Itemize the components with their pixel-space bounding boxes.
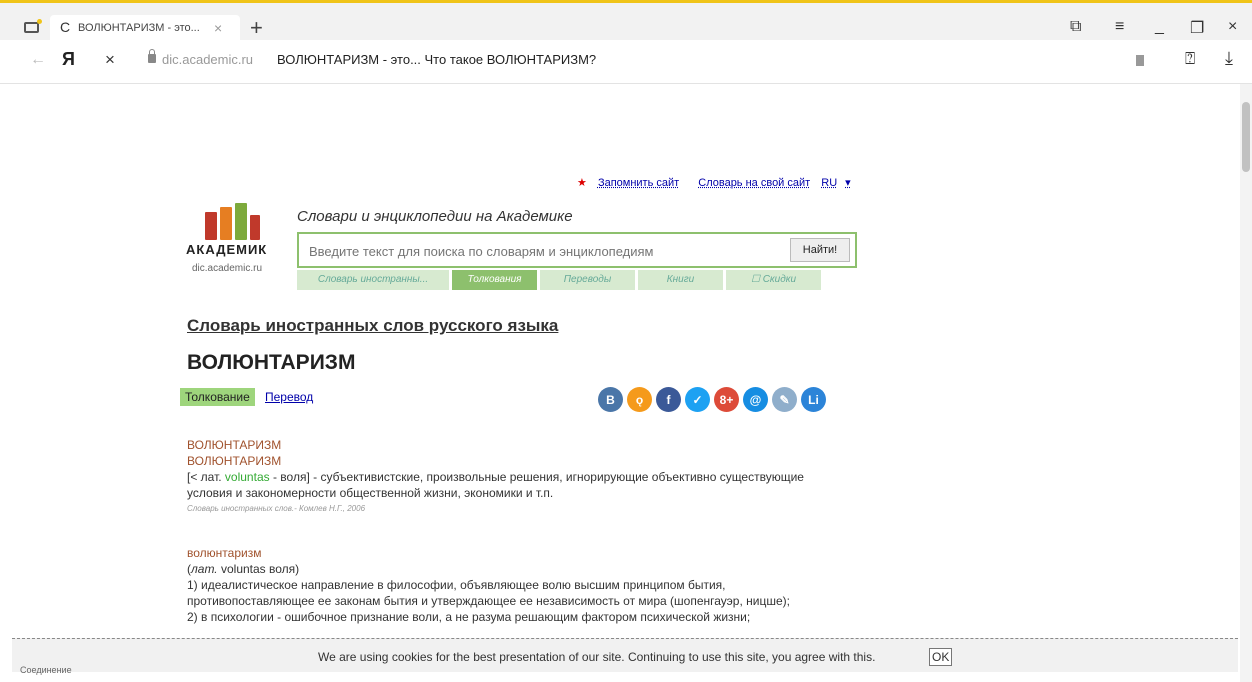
mailru-icon[interactable]: @ [743,387,768,412]
yandex-logo[interactable]: Я [62,49,75,70]
search-input[interactable] [303,238,781,264]
source-note[interactable]: Словарь иностранных слов.- Комлев Н.Г., … [187,501,804,517]
url-domain[interactable]: dic.academic.ru [162,52,253,67]
tab-favicon: С [60,19,71,35]
scrollbar-thumb[interactable] [1242,102,1250,172]
star-icon: ★ [577,177,587,189]
twitter-icon[interactable]: ✓ [685,387,710,412]
vk-icon[interactable]: B [598,387,623,412]
definition-line: 2) в психологии - ошибочное признание во… [187,610,751,624]
browser-tab[interactable]: С ВОЛЮНТАРИЗМ - это... × [50,15,240,43]
definition-line: противопоставляющее ее законам бытия и у… [187,594,790,608]
liveinternet-icon[interactable]: Li [801,387,826,412]
word-title: ВОЛЮНТАРИЗМ [187,351,356,374]
logo-text[interactable]: АКАДЕМИК [186,242,267,257]
language-select[interactable]: RU ▾ [821,177,850,189]
definition: [< лат. voluntas - воля] - субъективистс… [187,470,804,484]
search-box: Найти! [297,232,857,268]
facebook-icon[interactable]: f [656,387,681,412]
remember-site-link[interactable]: Запомнить сайт [598,177,679,189]
logo-domain: dic.academic.ru [192,263,263,274]
browser-titlebar: С ВОЛЮНТАРИЗМ - это... × + ⧉ ≡ _ ❐ × [0,0,1252,43]
menu-icon[interactable]: ≡ [1115,18,1124,36]
headword: волюнтаризм [187,546,262,560]
livejournal-icon[interactable]: ✎ [772,387,797,412]
page-scrollbar[interactable] [1240,84,1252,682]
headword: ВОЛЮНТАРИЗМ [187,454,282,468]
search-button[interactable]: Найти! [790,238,850,262]
googleplus-icon[interactable]: 8+ [714,387,739,412]
url-page-title[interactable]: ВОЛЮНТАРИЗМ - это... Что такое ВОЛЮНТАРИ… [277,52,596,67]
cookie-text: We are using cookies for the best presen… [318,650,876,664]
back-arrow-icon[interactable]: ← [30,51,46,69]
stop-loading-icon[interactable]: × [105,50,115,70]
new-tab-button[interactable]: + [250,15,263,41]
tabs-panel-icon[interactable] [24,19,42,33]
tab-discounts[interactable]: ☐ Скидки [726,270,821,290]
tab-dictionary[interactable]: Словарь иностранны... [297,270,449,290]
tabs-sync-icon[interactable]: ⧉ [1070,18,1081,36]
cookie-ok-button[interactable]: OK [929,648,953,666]
tab-close-icon[interactable]: × [214,20,222,36]
cookie-banner: We are using cookies for the best presen… [12,638,1238,672]
odnoklassniki-icon[interactable]: ǫ [627,387,652,412]
tab-translation[interactable]: Перевод [265,390,313,404]
etymology: (лат. voluntas воля) [187,562,300,576]
article-1: ВОЛЮНТАРИЗМ ВОЛЮНТАРИЗМ [< лат. voluntas… [187,437,804,517]
tab-interpretation[interactable]: Толкование [180,388,255,406]
minimize-icon[interactable]: _ [1155,18,1164,36]
lock-icon[interactable] [148,49,156,63]
site-tagline: Словари и энциклопедии на Академике [297,208,573,225]
dictionary-title-link[interactable]: Словарь иностранных слов русского языка [187,316,558,336]
definition-cont: условия и закономерности общественной жи… [187,486,554,500]
search-tabs: Словарь иностранны... Толкования Перевод… [297,270,824,290]
academic-logo-icon[interactable] [205,203,265,240]
status-text: Соединение [20,665,72,675]
tab-interpretations[interactable]: Толкования [452,270,537,290]
dictionary-on-site-link[interactable]: Словарь на свой сайт [698,177,810,189]
download-icon[interactable]: ⤓ [1225,48,1233,69]
close-window-icon[interactable]: × [1228,18,1237,36]
bookmark-icon[interactable] [1136,55,1144,66]
social-share-buttons: Bǫ f ✓ 8+ @ ✎ Li [598,387,826,412]
restore-icon[interactable]: ❐ [1190,18,1204,38]
address-bar: ← Я × dic.academic.ru ВОЛЮНТАРИЗМ - это.… [0,40,1252,84]
top-links: ★ Запомнить сайт Словарь на свой сайт RU… [577,176,859,189]
article-2: волюнтаризм (лат. voluntas воля) 1) идеа… [187,545,790,625]
tab-translations[interactable]: Переводы [540,270,635,290]
definition-line: 1) идеалистическое направление в философ… [187,578,726,592]
tab-title: ВОЛЮНТАРИЗМ - это... [78,22,200,34]
tab-books[interactable]: Книги [638,270,723,290]
headword: ВОЛЮНТАРИЗМ [187,438,282,452]
protect-icon[interactable]: ⍰ [1185,49,1195,69]
